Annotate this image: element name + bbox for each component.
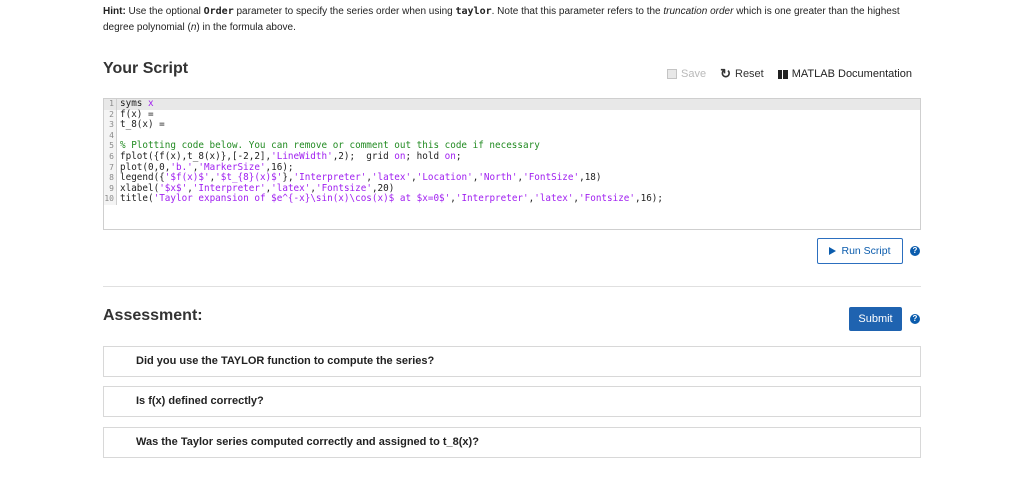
section-divider: [103, 286, 921, 287]
code-token: 'latex': [534, 193, 574, 205]
reset-label: Reset: [735, 68, 764, 80]
help-icon[interactable]: ?: [910, 246, 920, 256]
code-line[interactable]: 2 f(x) =: [104, 108, 920, 121]
code-token: '$x$': [159, 182, 188, 194]
matlab-documentation-button[interactable]: MATLAB Documentation: [777, 68, 912, 80]
code-token: 'FontSize': [523, 172, 580, 184]
code-token: 'latex': [371, 172, 412, 184]
save-icon: [667, 69, 678, 79]
code-token: 'Fontsize': [579, 193, 636, 205]
code-token: 'Fontsize': [315, 182, 372, 194]
code-comment: % Plotting code below. You can remove or…: [120, 140, 540, 152]
hint-text: Hint: Use the optional Order parameter t…: [103, 4, 913, 36]
code-token: on: [394, 150, 406, 162]
code-token: on: [444, 150, 456, 162]
book-icon: [777, 69, 788, 79]
save-label: Save: [681, 68, 707, 80]
hint-label: Hint:: [103, 6, 126, 17]
code-token: ; hold: [405, 150, 445, 162]
code-token: 'b.': [170, 161, 193, 173]
code-token: syms: [120, 98, 148, 109]
assessment-section-title: Assessment:: [103, 307, 203, 324]
code-token: x: [148, 98, 154, 109]
script-toolbar: Save ↻ Reset MATLAB Documentation: [653, 66, 912, 82]
hint-text-2: parameter to specify the series order wh…: [233, 6, 456, 17]
code-token: 'Interpreter': [455, 193, 529, 205]
code-token: 'LineWidth': [271, 150, 333, 162]
code-token: 'MarkerSize': [198, 161, 266, 173]
code-token: 'latex': [271, 182, 311, 194]
line-number: 6: [104, 151, 117, 163]
save-button[interactable]: Save: [667, 68, 706, 80]
code-token: ,20): [371, 182, 395, 194]
code-token: ,16);: [265, 161, 294, 173]
code-token: 'Taylor expansion of $e^{-x}\sin(x)\cos(…: [153, 193, 451, 205]
code-token: ,2); grid: [332, 150, 395, 162]
line-number: 8: [104, 173, 117, 184]
code-editor[interactable]: 1 syms x 2 f(x) = 3 t_8(x) = 4 5 % Plott…: [103, 98, 921, 230]
line-number: 3: [104, 120, 117, 131]
code-token: legend({: [120, 172, 165, 184]
code-token: title(: [120, 193, 154, 205]
code-line[interactable]: 3 t_8(x) =: [104, 119, 920, 131]
reset-button[interactable]: ↻ Reset: [720, 66, 764, 82]
hint-text-1: Use the optional: [125, 6, 204, 17]
code-token: plot(0,0,: [120, 161, 171, 173]
play-icon: [829, 247, 837, 255]
code-token: 'Interpreter': [293, 172, 367, 184]
code-token: f(x) =: [120, 108, 154, 120]
code-token: ,16);: [635, 193, 664, 205]
line-number: 10: [104, 194, 117, 205]
assessment-item[interactable]: Did you use the TAYLOR function to compu…: [103, 346, 921, 377]
hint-text-3: . Note that this parameter refers to the: [491, 6, 664, 17]
assessment-item[interactable]: Was the Taylor series computed correctly…: [103, 427, 921, 458]
code-line[interactable]: 10 title('Taylor expansion of $e^{-x}\si…: [104, 194, 920, 205]
line-number: 9: [104, 183, 117, 195]
hint-italic-truncation: truncation order: [663, 6, 734, 17]
code-token: 'Interpreter': [192, 182, 266, 194]
code-token: t_8(x) =: [120, 119, 165, 131]
code-token: fplot({f(x),t_8(x)},[-2,2],: [120, 150, 272, 162]
submit-button[interactable]: Submit: [849, 307, 902, 331]
run-script-label: Run Script: [841, 245, 891, 257]
code-token: xlabel(: [120, 182, 160, 194]
documentation-label: MATLAB Documentation: [791, 68, 912, 80]
hint-code-taylor: taylor: [455, 6, 492, 17]
code-token: '$f(x)$': [164, 172, 210, 184]
code-token: '$t_{8}(x)$': [215, 172, 283, 184]
code-token: 'North': [478, 172, 518, 184]
code-token: },: [282, 172, 294, 184]
assessment-item[interactable]: Is f(x) defined correctly?: [103, 386, 921, 417]
line-number: 7: [104, 162, 117, 174]
code-token: ;: [455, 150, 462, 162]
hint-code-order: Order: [203, 6, 234, 17]
code-token: ,18): [579, 172, 602, 184]
line-number: 1: [104, 99, 117, 110]
help-icon[interactable]: ?: [910, 314, 920, 324]
script-section-title: Your Script: [103, 60, 189, 77]
line-number: 5: [104, 141, 117, 152]
line-number: 4: [104, 130, 117, 142]
run-script-button[interactable]: Run Script: [817, 238, 903, 264]
line-number: 2: [104, 109, 117, 121]
code-token: 'Location': [416, 172, 473, 184]
hint-text-5: ) in the formula above.: [196, 22, 296, 33]
code-line[interactable]: 1 syms x: [104, 99, 920, 110]
reset-icon: ↻: [720, 66, 731, 81]
